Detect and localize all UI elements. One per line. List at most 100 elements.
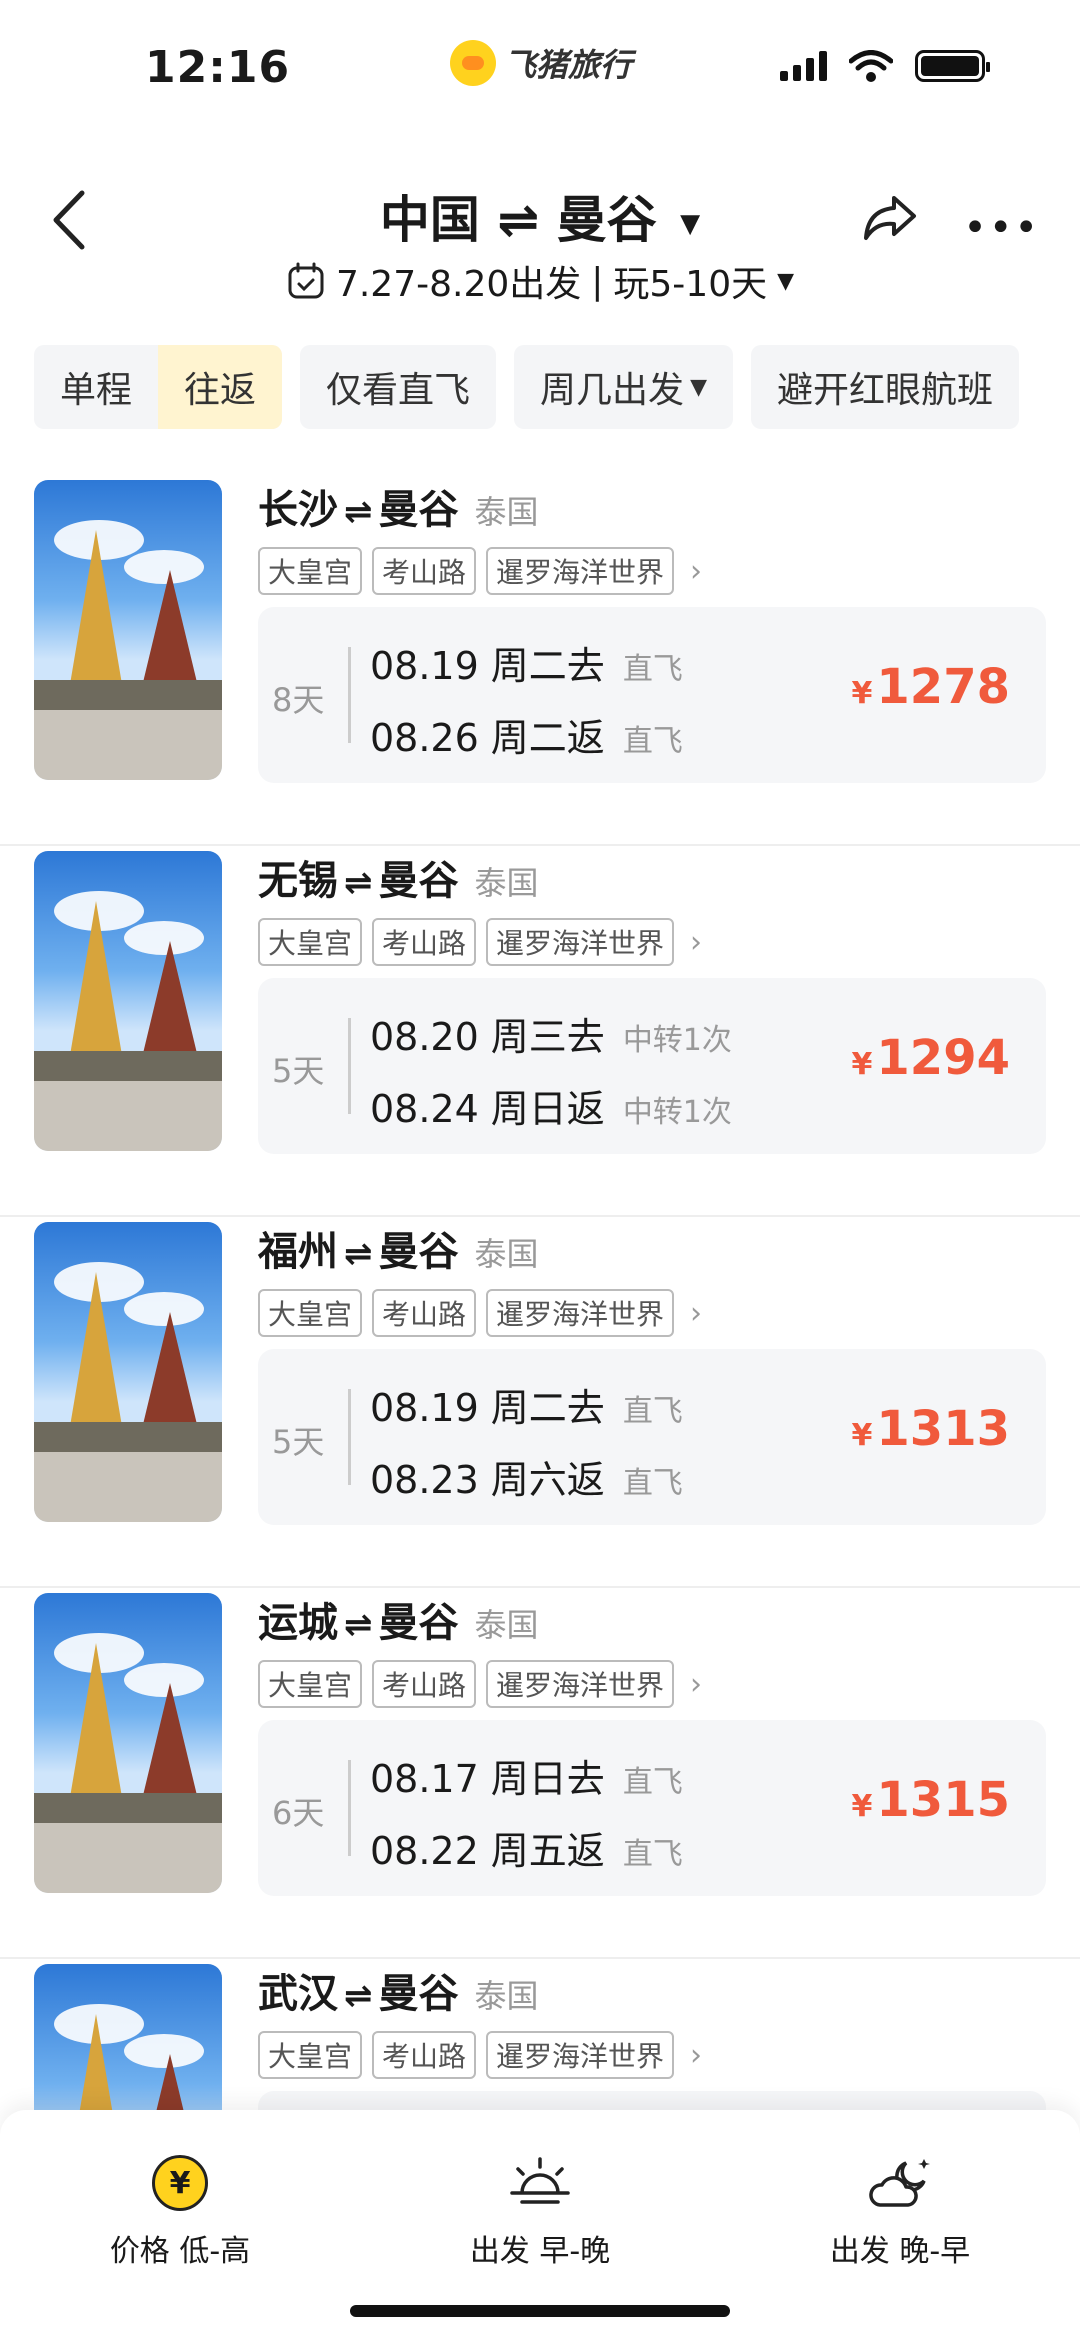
origin-city: 福州 — [258, 1229, 338, 1275]
trip-days: 8天 — [272, 681, 325, 719]
attraction-tags[interactable]: 大皇宫 考山路 暹罗海洋世界 › — [258, 1289, 702, 1337]
attraction-tag: 暹罗海洋世界 — [486, 2031, 675, 2079]
return-type: 中转1次 — [622, 1095, 732, 1130]
calendar-icon — [288, 262, 324, 299]
country: 泰国 — [474, 1235, 539, 1273]
price-value: 1278 — [876, 659, 1010, 715]
country: 泰国 — [474, 864, 539, 902]
return-type: 直飞 — [622, 1837, 683, 1872]
attraction-tags[interactable]: 大皇宫 考山路 暹罗海洋世界 › — [258, 918, 702, 966]
attraction-tag: 大皇宫 — [258, 2031, 363, 2079]
chevron-right-icon: › — [690, 553, 703, 589]
results-list: 长沙 ⇌ 曼谷 泰国 大皇宫 考山路 暹罗海洋世界 › 8天 08.19 周二去… — [0, 475, 1080, 2330]
origin-city: 无锡 — [258, 858, 338, 904]
origin-city: 运城 — [258, 1600, 338, 1646]
more-icon[interactable]: ••• — [963, 205, 1040, 251]
return-date: 08.23 — [370, 1458, 479, 1502]
attraction-tag: 大皇宫 — [258, 1660, 363, 1708]
sort-depart-late-early[interactable]: 出发 晚-早 — [770, 2150, 1030, 2270]
price: ¥1278 — [852, 659, 1010, 715]
sort-price-low-high[interactable]: ¥ 价格 低-高 — [50, 2150, 310, 2270]
round-trip-option[interactable]: 往返 — [158, 345, 283, 429]
attraction-tag: 大皇宫 — [258, 547, 363, 595]
route-arrow-icon: ⇌ — [344, 1234, 373, 1274]
trip-options[interactable]: 7.27-8.20出发 | 玩5-10天 ▼ — [0, 255, 1080, 307]
price-sort-icon: ¥ — [50, 2150, 310, 2216]
trip-days: 5天 — [272, 1423, 325, 1461]
destination-photo — [34, 1222, 222, 1522]
currency-symbol: ¥ — [851, 1047, 873, 1082]
divider — [348, 1018, 351, 1114]
currency-symbol: ¥ — [851, 1789, 873, 1824]
currency-symbol: ¥ — [851, 1418, 873, 1453]
sort-depart-early-late[interactable]: 出发 早-晚 — [410, 2150, 670, 2270]
result-card[interactable]: 无锡 ⇌ 曼谷 泰国 大皇宫 考山路 暹罗海洋世界 › 5天 08.20 周三去… — [0, 846, 1080, 1217]
weekday-filter[interactable]: 周几出发 ▼ — [514, 345, 733, 429]
route-title: 运城 ⇌ 曼谷 泰国 — [258, 1590, 539, 1648]
divider — [348, 647, 351, 743]
route-arrow-icon: ⇌ — [344, 863, 373, 903]
outbound-day: 周日去 — [490, 1757, 605, 1801]
price-value: 1294 — [876, 1030, 1010, 1086]
one-way-option[interactable]: 单程 — [34, 345, 158, 429]
return-leg: 08.26 周二返 直飞 — [370, 707, 683, 762]
filter-bar: 单程 往返 仅看直飞 周几出发 ▼ 避开红眼航班 — [34, 345, 1046, 429]
destination-photo — [34, 480, 222, 780]
return-day: 周六返 — [490, 1458, 605, 1502]
chevron-right-icon: › — [690, 2037, 703, 2073]
attraction-tag: 考山路 — [372, 547, 477, 595]
attraction-tag: 暹罗海洋世界 — [486, 1289, 675, 1337]
return-day: 周五返 — [490, 1829, 605, 1873]
currency-symbol: ¥ — [851, 676, 873, 711]
home-indicator — [350, 2305, 730, 2317]
signal-icon — [780, 51, 827, 81]
app-brand: 飞猪旅行 — [450, 40, 632, 86]
trip-days: 5天 — [272, 1052, 325, 1090]
outbound-day: 周三去 — [490, 1015, 605, 1059]
attraction-tag: 考山路 — [372, 918, 477, 966]
attraction-tag: 大皇宫 — [258, 1289, 363, 1337]
result-card[interactable]: 运城 ⇌ 曼谷 泰国 大皇宫 考山路 暹罗海洋世界 › 6天 08.17 周日去… — [0, 1588, 1080, 1959]
result-card[interactable]: 长沙 ⇌ 曼谷 泰国 大皇宫 考山路 暹罗海洋世界 › 8天 08.19 周二去… — [0, 475, 1080, 846]
attraction-tags[interactable]: 大皇宫 考山路 暹罗海洋世界 › — [258, 1660, 702, 1708]
country: 泰国 — [474, 1606, 539, 1644]
return-day: 周二返 — [490, 716, 605, 760]
destination-city: 曼谷 — [556, 191, 657, 249]
share-icon[interactable] — [860, 188, 920, 248]
destination-city: 曼谷 — [378, 487, 459, 533]
avoid-red-eye-filter[interactable]: 避开红眼航班 — [750, 345, 1019, 429]
attraction-tag: 暹罗海洋世界 — [486, 1660, 675, 1708]
route-arrow-icon: ⇌ — [344, 1605, 373, 1645]
chevron-right-icon: › — [690, 1295, 703, 1331]
sort-label: 出发 早-晚 — [469, 2234, 611, 2269]
result-card[interactable]: 福州 ⇌ 曼谷 泰国 大皇宫 考山路 暹罗海洋世界 › 5天 08.19 周二去… — [0, 1217, 1080, 1588]
flight-info: 6天 08.17 周日去 直飞 08.22 周五返 直飞 ¥1315 — [258, 1720, 1046, 1896]
attraction-tags[interactable]: 大皇宫 考山路 暹罗海洋世界 › — [258, 547, 702, 595]
outbound-date: 08.19 — [370, 1386, 479, 1430]
return-date: 08.22 — [370, 1829, 479, 1873]
wifi-icon — [849, 50, 893, 82]
route-title: 武汉 ⇌ 曼谷 泰国 — [258, 1961, 539, 2019]
attraction-tag: 暹罗海洋世界 — [486, 918, 675, 966]
outbound-leg: 08.17 周日去 直飞 — [370, 1748, 683, 1803]
outbound-leg: 08.19 周二去 直飞 — [370, 635, 683, 690]
destination-city: 曼谷 — [378, 1229, 459, 1275]
origin-city: 武汉 — [258, 1971, 338, 2017]
outbound-type: 直飞 — [622, 1394, 683, 1429]
yen-icon: ¥ — [152, 2155, 208, 2211]
route-title: 福州 ⇌ 曼谷 泰国 — [258, 1219, 539, 1277]
return-day: 周日返 — [490, 1087, 605, 1131]
status-icons — [780, 50, 990, 82]
trip-days: 6天 — [272, 1794, 325, 1832]
destination-photo — [34, 1593, 222, 1893]
direct-only-filter[interactable]: 仅看直飞 — [300, 345, 497, 429]
status-bar: 12:16 飞猪旅行 — [0, 0, 1080, 140]
attraction-tag: 大皇宫 — [258, 918, 363, 966]
outbound-leg: 08.20 周三去 中转1次 — [370, 1006, 732, 1061]
outbound-date: 08.17 — [370, 1757, 479, 1801]
separator: | — [591, 260, 604, 302]
sort-label: 出发 晚-早 — [829, 2234, 971, 2269]
attraction-tags[interactable]: 大皇宫 考山路 暹罗海洋世界 › — [258, 2031, 702, 2079]
outbound-day: 周二去 — [490, 644, 605, 688]
trip-length: 玩5-10天 — [613, 264, 768, 305]
